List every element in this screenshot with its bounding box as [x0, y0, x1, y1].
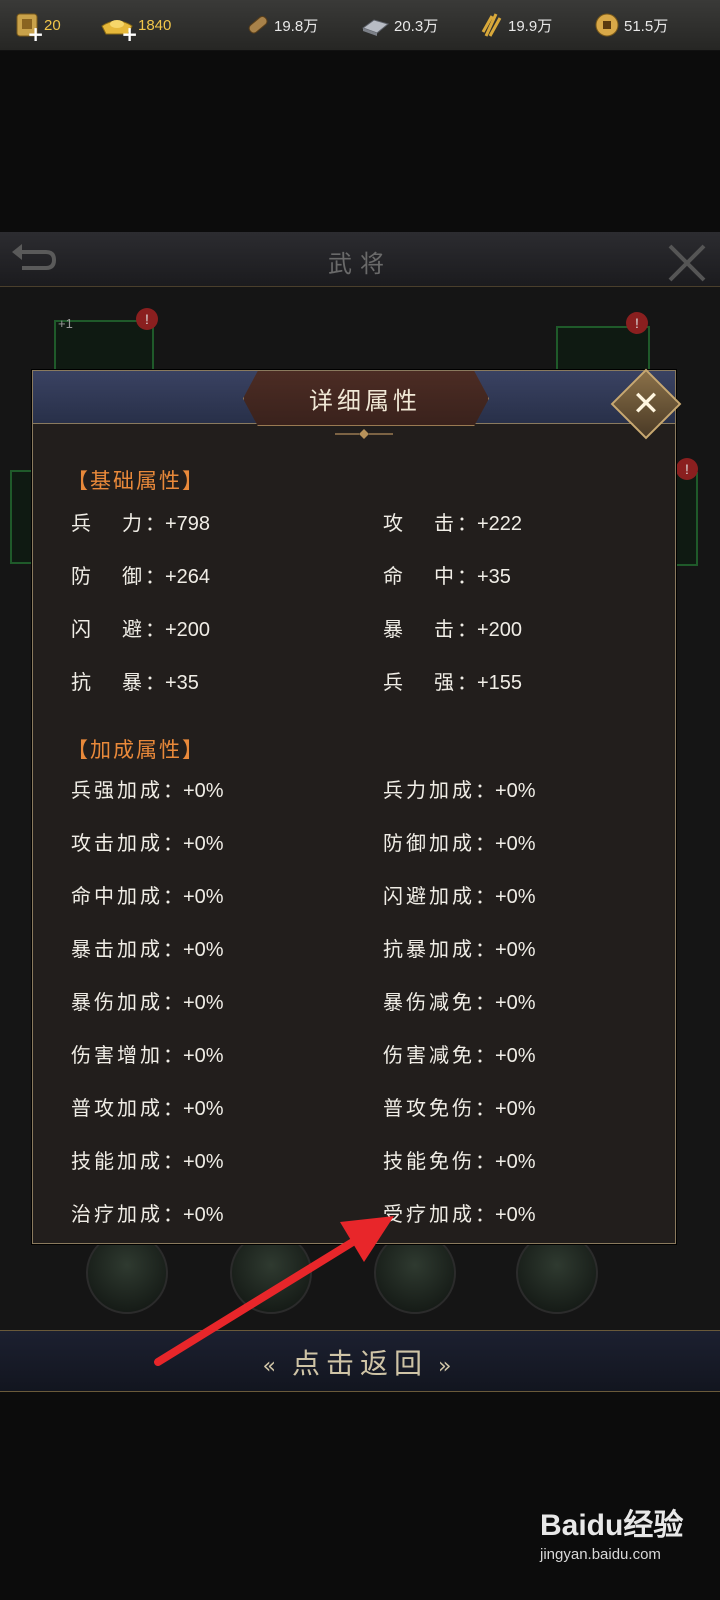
watermark-url: jingyan.baidu.com: [540, 1546, 661, 1563]
annotation-arrow-icon: [154, 1216, 394, 1366]
watermark-logo: Baidu经验: [540, 1509, 684, 1542]
baidu-watermark: Baidu经验 jingyan.baidu.com: [540, 1500, 710, 1580]
